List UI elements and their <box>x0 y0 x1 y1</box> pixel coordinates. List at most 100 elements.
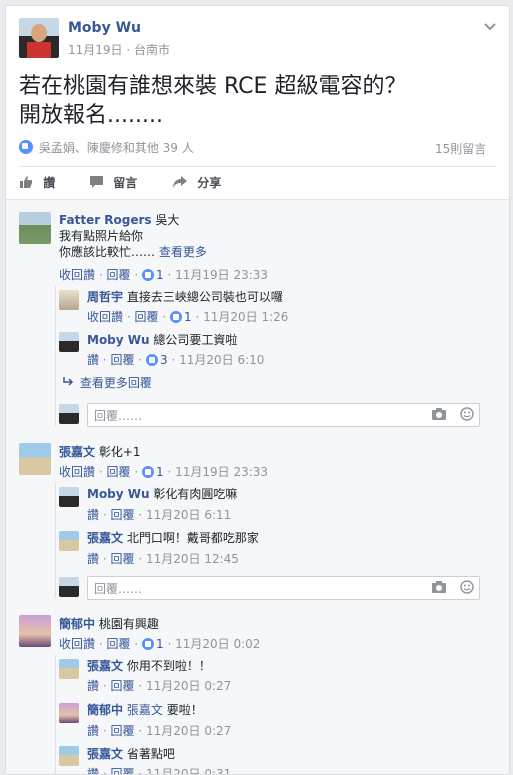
post-like-button[interactable]: 讚 <box>20 174 55 191</box>
like-link[interactable]: 讚 <box>87 724 99 738</box>
see-more-link[interactable]: 查看更多 <box>159 245 207 259</box>
comment-timestamp[interactable]: 11月19日 23:33 <box>175 268 268 282</box>
post-share-label: 分享 <box>197 176 222 190</box>
camera-icon[interactable] <box>432 581 446 593</box>
emoji-icon[interactable] <box>460 580 474 594</box>
reply-author[interactable]: Moby Wu <box>87 333 150 347</box>
reply-avatar[interactable] <box>59 487 79 507</box>
reply-body: 簡郁中 張嘉文 要啦！ <box>87 702 203 718</box>
reply-link[interactable]: 回覆 <box>111 679 135 693</box>
reply-avatar[interactable] <box>59 531 79 551</box>
reply-timestamp[interactable]: 11月20日 0:31 <box>146 767 231 774</box>
reply-link[interactable]: 回覆 <box>107 268 131 282</box>
emoji-icon[interactable] <box>460 407 474 421</box>
reply-text: 北門口啊！戴哥都吃那家 <box>126 531 259 545</box>
commenter-name[interactable]: 張嘉文 <box>59 445 95 459</box>
reply-actions: 讚 · 回覆 · 11月20日 0:27 <box>87 679 232 693</box>
reply-text: 彰化有肉圓吃嘛 <box>153 487 238 501</box>
comments-count[interactable]: 15則留言 <box>435 140 486 157</box>
reply-avatar[interactable] <box>59 703 79 723</box>
view-more-replies-label: 查看更多回覆 <box>79 376 152 390</box>
like-icon <box>142 466 154 478</box>
reply-avatar[interactable] <box>59 659 79 679</box>
unlike-link[interactable]: 收回讚 <box>87 310 123 324</box>
tagged-user[interactable]: 張嘉文 <box>127 703 163 717</box>
comment-text: 我有點照片給你 <box>59 229 144 243</box>
reply-input[interactable]: 回覆…… <box>87 576 480 600</box>
reply-text: 總公司要工資啦 <box>153 333 238 347</box>
reply-author[interactable]: Moby Wu <box>87 487 150 501</box>
comment-actions: 收回讚 · 回覆 · 1 · 11月20日 0:02 <box>59 637 261 651</box>
reply-timestamp[interactable]: 11月20日 6:11 <box>146 508 231 522</box>
reply-timestamp[interactable]: 11月20日 6:10 <box>179 353 264 367</box>
like-icon <box>19 140 33 154</box>
reaction-count[interactable]: 1 <box>142 268 164 282</box>
like-link[interactable]: 讚 <box>87 508 99 522</box>
tagged-user[interactable]: 吳大 <box>155 213 179 227</box>
camera-icon[interactable] <box>432 408 446 420</box>
like-icon <box>170 311 182 323</box>
view-more-replies[interactable]: 查看更多回覆 <box>62 374 152 391</box>
commenter-avatar[interactable] <box>19 443 51 475</box>
commenter-name[interactable]: Fatter Rogers <box>59 213 152 227</box>
reply-link[interactable]: 回覆 <box>111 353 135 367</box>
post-date[interactable]: 11月19日 <box>68 43 123 57</box>
chevron-down-icon[interactable] <box>484 22 496 32</box>
reply-actions: 讚 · 回覆 · 11月20日 12:45 <box>87 552 239 566</box>
like-icon <box>142 269 154 281</box>
reply-input[interactable]: 回覆…… <box>87 403 480 427</box>
reply-author[interactable]: 簡郁中 <box>87 703 123 717</box>
post-location[interactable]: 台南市 <box>134 43 170 57</box>
reply-timestamp[interactable]: 11月20日 0:27 <box>146 724 231 738</box>
post-comment-button[interactable]: 留言 <box>90 174 137 191</box>
reply-link[interactable]: 回覆 <box>111 508 135 522</box>
reactors-text[interactable]: 吳孟娟、陳慶修和其他 39 人 <box>39 141 194 155</box>
reply-body: 張嘉文 北門口啊！戴哥都吃那家 <box>87 530 259 546</box>
post-author-name[interactable]: Moby Wu <box>68 20 141 36</box>
post-share-button[interactable]: 分享 <box>173 174 221 191</box>
reply-link[interactable]: 回覆 <box>111 552 135 566</box>
like-link[interactable]: 讚 <box>87 353 99 367</box>
comment-body: 張嘉文 彰化+1 <box>59 444 141 460</box>
like-link[interactable]: 讚 <box>87 552 99 566</box>
reply-author[interactable]: 張嘉文 <box>87 659 123 673</box>
commenter-avatar[interactable] <box>19 212 51 244</box>
reply-timestamp[interactable]: 11月20日 1:26 <box>203 310 288 324</box>
like-icon <box>146 354 158 366</box>
comment-timestamp[interactable]: 11月19日 23:33 <box>175 465 268 479</box>
reply-actions: 讚 · 回覆 · 3 · 11月20日 6:10 <box>87 353 265 367</box>
reply-avatar[interactable] <box>59 746 79 766</box>
post-author-avatar[interactable] <box>19 18 59 58</box>
reply-author[interactable]: 周哲宇 <box>87 290 123 304</box>
reply-avatar[interactable] <box>59 290 79 310</box>
reply-author[interactable]: 張嘉文 <box>87 747 123 761</box>
reply-actions: 讚 · 回覆 · 11月20日 0:27 <box>87 724 232 738</box>
reply-timestamp[interactable]: 11月20日 0:27 <box>146 679 231 693</box>
reply-link[interactable]: 回覆 <box>111 724 135 738</box>
reaction-count[interactable]: 1 <box>142 465 164 479</box>
like-link[interactable]: 讚 <box>87 767 99 774</box>
reply-link[interactable]: 回覆 <box>107 465 131 479</box>
reply-timestamp[interactable]: 11月20日 12:45 <box>146 552 239 566</box>
reply-link[interactable]: 回覆 <box>111 767 135 774</box>
reaction-count[interactable]: 1 <box>142 637 164 651</box>
like-link[interactable]: 讚 <box>87 679 99 693</box>
reply-avatar[interactable] <box>59 332 79 352</box>
comment-actions: 收回讚 · 回覆 · 1 · 11月19日 23:33 <box>59 268 269 282</box>
reaction-summary[interactable]: 吳孟娟、陳慶修和其他 39 人 <box>19 139 194 156</box>
replies-thread <box>55 483 56 598</box>
commenter-avatar[interactable] <box>19 615 51 647</box>
unlike-link[interactable]: 收回讚 <box>59 465 95 479</box>
comment-timestamp[interactable]: 11月20日 0:02 <box>175 637 260 651</box>
reaction-count[interactable]: 1 <box>170 310 192 324</box>
reply-link[interactable]: 回覆 <box>107 637 131 651</box>
post-like-label: 讚 <box>43 176 56 190</box>
reply-text: 直接去三峽總公司裝也可以囉 <box>126 290 283 304</box>
reply-link[interactable]: 回覆 <box>135 310 159 324</box>
reply-actions: 讚 · 回覆 · 11月20日 0:31 <box>87 765 231 774</box>
reply-author[interactable]: 張嘉文 <box>87 531 123 545</box>
commenter-name[interactable]: 簡郁中 <box>59 617 95 631</box>
unlike-link[interactable]: 收回讚 <box>59 268 95 282</box>
unlike-link[interactable]: 收回讚 <box>59 637 95 651</box>
reaction-count[interactable]: 3 <box>146 353 168 367</box>
